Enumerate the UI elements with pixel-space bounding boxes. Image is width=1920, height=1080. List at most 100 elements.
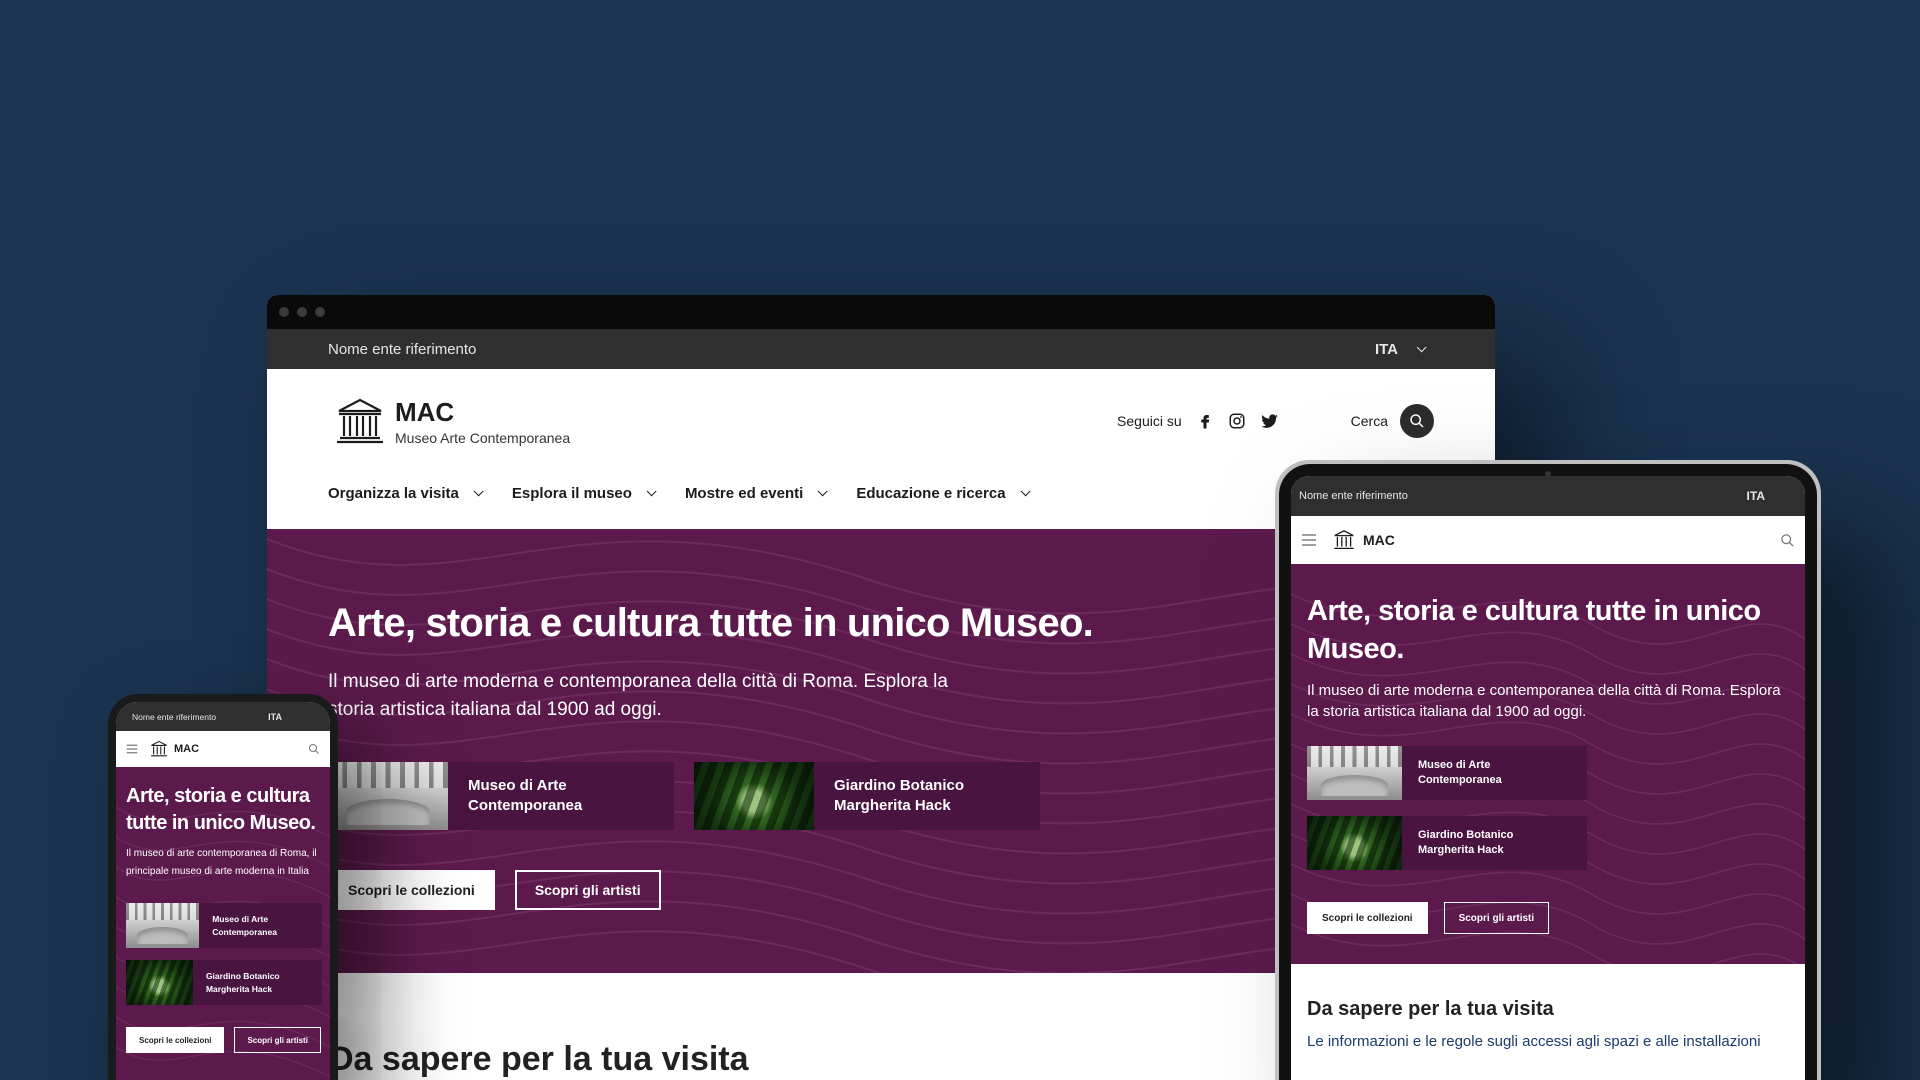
site-subtitle: Museo Arte Contemporanea <box>395 429 571 446</box>
tablet-screen: Nome ente riferimento ITA MAC Arte, stor… <box>1291 476 1805 1080</box>
phone-mockup: Nome ente riferimento ITA MAC Arte, stor… <box>108 694 338 1080</box>
search-icon[interactable] <box>308 743 320 755</box>
nav-item-esplora[interactable]: Esplora il museo <box>511 485 657 502</box>
search-button[interactable] <box>1400 404 1434 438</box>
hero-section: Arte, storia e cultura tutte in unico Mu… <box>116 767 330 1080</box>
card-label: Giardino Botanico Margherita Hack <box>205 970 280 994</box>
hero-title: Arte, storia e cultura tutte in unico Mu… <box>328 601 1094 645</box>
slim-header: Nome ente riferimento ITA <box>267 329 1495 369</box>
museum-icon <box>151 740 167 757</box>
camera-icon <box>1545 471 1551 477</box>
garden-image <box>1307 816 1402 870</box>
hero-cards: Museo di Arte Contemporanea Giardino Bot… <box>1307 746 1793 870</box>
hero-section: Arte, storia e cultura tutte in unico Mu… <box>1291 564 1805 964</box>
card-label: Museo di Arte Contemporanea <box>468 777 583 814</box>
site-header: MAC <box>116 731 330 767</box>
section-title: Da sapere per la tua visita <box>329 1040 749 1078</box>
nav-item-educazione[interactable]: Educazione e ricerca <box>856 485 1031 502</box>
artists-button[interactable]: Scopri gli artisti <box>234 1027 321 1053</box>
card-museo[interactable]: Museo di Arte Contemporanea <box>1307 746 1587 800</box>
hero-buttons: Scopri le collezioni Scopri gli artisti <box>126 1027 322 1053</box>
hero-title: Arte, storia e cultura tutte in unico Mu… <box>1307 595 1761 665</box>
card-giardino[interactable]: Giardino Botanico Margherita Hack <box>126 960 322 1005</box>
hero-content: Arte, storia e cultura tutte in unico Mu… <box>1307 592 1793 934</box>
site-title[interactable]: MAC <box>1363 532 1395 548</box>
language-selector[interactable]: ITA <box>268 712 282 722</box>
garden-image <box>694 762 814 830</box>
hero-cards: Museo di Arte Contemporanea Giardino Bot… <box>328 762 1093 830</box>
collections-button[interactable]: Scopri le collezioni <box>1307 902 1428 934</box>
chevron-down-icon <box>1020 486 1031 497</box>
nav-item-label: Mostre ed eventi <box>684 485 804 502</box>
entity-name[interactable]: Nome ente riferimento <box>132 712 216 722</box>
follow-label: Seguici su <box>1117 413 1182 429</box>
hero-buttons: Scopri le collezioni Scopri gli artisti <box>1307 902 1793 934</box>
nav-item-label: Educazione e ricerca <box>856 485 1006 502</box>
chevron-down-icon <box>473 486 484 497</box>
visit-info-section: Da sapere per la tua visita Le informazi… <box>1291 964 1805 1050</box>
instagram-icon[interactable] <box>1228 412 1246 430</box>
search-icon[interactable] <box>1780 533 1795 548</box>
collections-button[interactable]: Scopri le collezioni <box>328 870 495 910</box>
hero-content: Arte, storia e cultura tutte in unico Mu… <box>328 601 1094 910</box>
museum-hall-image <box>1307 746 1402 800</box>
chevron-down-icon <box>817 486 828 497</box>
browser-chrome <box>267 295 1495 329</box>
nav-item-label: Organizza la visita <box>328 485 459 502</box>
artists-button[interactable]: Scopri gli artisti <box>514 870 661 910</box>
museum-hall-image <box>328 762 448 830</box>
social-links <box>1196 412 1279 430</box>
hero-description: Il museo di arte moderna e contemporanea… <box>1307 682 1781 720</box>
slim-header: Nome ente riferimento ITA <box>116 702 330 731</box>
window-dot[interactable] <box>297 307 307 317</box>
hero-content: Arte, storia e cultura tutte in unico Mu… <box>126 783 322 1053</box>
hero-buttons: Scopri le collezioni Scopri gli artisti <box>328 870 1093 910</box>
card-museo[interactable]: Museo di Arte Contemporanea <box>126 903 322 948</box>
site-header: MAC Museo Arte Contemporanea Seguici su … <box>267 369 1495 473</box>
window-dot[interactable] <box>315 307 325 317</box>
artists-button[interactable]: Scopri gli artisti <box>1443 902 1550 934</box>
hero-description: Il museo di arte contemporanea di Roma, … <box>126 848 317 877</box>
hamburger-menu-icon[interactable] <box>126 744 138 754</box>
card-giardino[interactable]: Giardino Botanico Margherita Hack <box>694 762 1040 830</box>
chevron-down-icon <box>1416 341 1427 352</box>
language-selector[interactable]: ITA <box>1747 489 1765 503</box>
hero-description: Il museo di arte moderna e contemporanea… <box>328 671 948 720</box>
slim-header: Nome ente riferimento ITA <box>1291 476 1805 516</box>
entity-name[interactable]: Nome ente riferimento <box>1299 490 1408 502</box>
hero-cards: Museo di Arte Contemporanea Giardino Bot… <box>126 903 322 1005</box>
nav-item-mostre[interactable]: Mostre ed eventi <box>684 485 828 502</box>
language-selector[interactable]: ITA <box>1374 340 1427 358</box>
section-title: Da sapere per la tua visita <box>1307 998 1554 1020</box>
collections-button[interactable]: Scopri le collezioni <box>126 1027 225 1053</box>
phone-screen: Nome ente riferimento ITA MAC Arte, stor… <box>116 702 330 1080</box>
tablet-mockup: Nome ente riferimento ITA MAC Arte, stor… <box>1275 460 1821 1080</box>
search-icon <box>1410 414 1424 428</box>
site-title[interactable]: MAC <box>174 743 199 755</box>
entity-name[interactable]: Nome ente riferimento <box>328 341 476 358</box>
site-title: MAC <box>395 396 455 427</box>
card-label: Giardino Botanico Margherita Hack <box>1418 829 1514 856</box>
garden-image <box>126 960 193 1005</box>
language-label: ITA <box>1374 340 1398 358</box>
section-text: Le informazioni e le regole sugli access… <box>1307 1033 1761 1050</box>
site-header: MAC <box>1291 516 1805 564</box>
brand[interactable]: MAC Museo Arte Contemporanea <box>335 396 570 446</box>
facebook-icon[interactable] <box>1196 412 1214 430</box>
twitter-icon[interactable] <box>1260 412 1279 430</box>
nav-item-label: Esplora il museo <box>511 485 632 502</box>
tablet-frame: Nome ente riferimento ITA MAC Arte, stor… <box>1279 464 1817 1080</box>
hero-title: Arte, storia e cultura tutte in unico Mu… <box>126 785 316 834</box>
header-tools: Seguici su Cerca <box>1117 404 1434 438</box>
chevron-down-icon <box>646 486 657 497</box>
museum-icon <box>1334 530 1354 550</box>
museum-icon <box>337 398 383 444</box>
hamburger-menu-icon[interactable] <box>1301 534 1317 546</box>
card-label: Museo di Arte Contemporanea <box>212 913 277 937</box>
card-museo[interactable]: Museo di Arte Contemporanea <box>328 762 674 830</box>
card-giardino[interactable]: Giardino Botanico Margherita Hack <box>1307 816 1587 870</box>
nav-item-organizza[interactable]: Organizza la visita <box>328 485 484 502</box>
window-dot[interactable] <box>279 307 289 317</box>
museum-hall-image <box>126 903 200 948</box>
search-label[interactable]: Cerca <box>1351 413 1388 429</box>
